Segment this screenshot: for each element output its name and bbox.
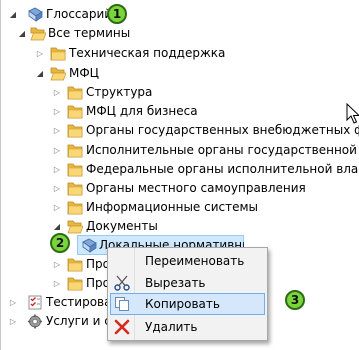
tree-node-tech-support[interactable]: ▷ Техническая поддержка: [1, 44, 261, 63]
expand-arrow-icon[interactable]: ▷: [52, 179, 62, 198]
tree-node-label: Прочее: [86, 276, 108, 290]
expand-arrow-icon[interactable]: ▷: [52, 274, 62, 293]
context-menu: Переименовать Вырезать Копировать Удалит…: [107, 247, 268, 341]
tree-node-label: Техническая поддержка: [69, 46, 226, 60]
tree-node-label: Услуги и сервис: [46, 314, 108, 328]
tree-node-label: Исполнительные органы государственной вл…: [86, 143, 359, 157]
tree-node-label: Федеральные органы исполнительной власти: [86, 162, 359, 176]
tree-node-label: МФЦ: [69, 66, 99, 80]
menu-item-cut[interactable]: Вырезать: [110, 272, 265, 294]
tree-node-executive-bodies[interactable]: ▷ Исполнительные органы государственной …: [1, 141, 359, 160]
tree-node-all-terms[interactable]: ◢ Все термины: [1, 24, 201, 43]
folder-icon: [67, 200, 83, 215]
gear-icon: [28, 314, 42, 329]
expand-arrow-icon[interactable]: ▷: [52, 121, 62, 140]
checklist-icon: [28, 295, 42, 310]
expand-arrow-icon[interactable]: ▷: [52, 83, 62, 102]
tree-root-label: Глоссарий: [46, 7, 113, 21]
collapse-arrow-icon[interactable]: ◢: [8, 5, 18, 24]
tree-node-structure[interactable]: ▷ Структура: [1, 83, 359, 102]
mouse-cursor-icon: [346, 103, 359, 124]
folder-icon: [67, 181, 83, 196]
tree-node-other[interactable]: ▷ Прочее: [1, 274, 108, 293]
tree-node-mfc[interactable]: ◢ МФЦ: [1, 64, 201, 83]
expand-arrow-icon[interactable]: ▷: [52, 198, 62, 217]
tree-node-federal-bodies[interactable]: ▷ Федеральные органы исполнительной влас…: [1, 160, 359, 179]
expand-arrow-icon[interactable]: ▷: [52, 255, 62, 274]
menu-item-label: Копировать: [145, 297, 220, 311]
expand-arrow-icon[interactable]: ▷: [52, 160, 62, 179]
tree-node-offbudget-funds[interactable]: ▷ Органы государственных внебюджетных фо…: [1, 121, 359, 140]
copy-icon: [115, 297, 129, 311]
tree-node-label: Все термины: [48, 26, 131, 40]
folder-open-icon: [30, 26, 46, 41]
expand-arrow-icon[interactable]: ▷: [35, 44, 45, 63]
tree-node-label: Структура: [86, 85, 153, 99]
menu-item-label: Переименовать: [145, 254, 245, 268]
tree-node-process[interactable]: ▷ Процесс: [1, 255, 108, 274]
expand-arrow-icon[interactable]: ▷: [8, 312, 18, 331]
annotation-badge-1: 1: [107, 4, 127, 24]
tree-node-mfc-business[interactable]: ▷ МФЦ для бизнеса: [1, 102, 359, 121]
annotation-badge-3: 3: [285, 290, 305, 310]
tree-root-services[interactable]: ▷ Услуги и сервис: [1, 312, 108, 331]
tree-node-label: Информационные системы: [86, 200, 259, 214]
expand-arrow-icon[interactable]: ▷: [8, 293, 18, 312]
tree-node-label: МФЦ для бизнеса: [86, 104, 198, 118]
folder-icon: [67, 104, 83, 119]
folder-open-icon: [50, 66, 66, 81]
menu-item-label: Вырезать: [145, 276, 206, 290]
tree-node-label: Документы: [86, 219, 158, 233]
tree-root-testing[interactable]: ▷ Тестирование: [1, 293, 108, 312]
tree-node-label: Органы государственных внебюджетных фонд…: [86, 123, 359, 137]
collapse-arrow-icon[interactable]: ◢: [17, 24, 27, 43]
folder-icon: [67, 85, 83, 100]
folder-icon: [67, 257, 83, 272]
tree-node-label: Органы местного самоуправления: [86, 181, 306, 195]
expand-arrow-icon[interactable]: ▷: [52, 102, 62, 121]
glossary-book-icon: [28, 7, 43, 22]
scissors-icon: [114, 275, 130, 291]
folder-icon: [67, 162, 83, 177]
menu-item-rename[interactable]: Переименовать: [110, 250, 265, 272]
tree-node-label: Процесс: [86, 257, 108, 271]
expand-arrow-icon[interactable]: ▷: [52, 141, 62, 160]
folder-icon: [67, 276, 83, 291]
folder-icon: [67, 123, 83, 138]
folder-icon: [67, 143, 83, 158]
annotation-badge-2: 2: [50, 233, 70, 253]
collapse-arrow-icon[interactable]: ◢: [35, 64, 45, 83]
tree-node-local-government[interactable]: ▷ Органы местного самоуправления: [1, 179, 359, 198]
menu-item-label: Удалить: [145, 320, 198, 334]
tree-node-documents[interactable]: ◢ Документы: [1, 217, 201, 236]
menu-item-delete[interactable]: Удалить: [110, 316, 265, 338]
folder-icon: [50, 46, 66, 61]
menu-item-copy[interactable]: Копировать: [110, 293, 265, 315]
term-book-icon: [82, 238, 97, 253]
delete-x-icon: [114, 319, 130, 335]
tree-node-label: Тестирование: [46, 295, 108, 309]
tree-root-glossary[interactable]: ◢ Глоссарий: [1, 5, 201, 24]
tree-node-info-systems[interactable]: ▷ Информационные системы: [1, 198, 359, 217]
folder-open-icon: [67, 219, 83, 234]
